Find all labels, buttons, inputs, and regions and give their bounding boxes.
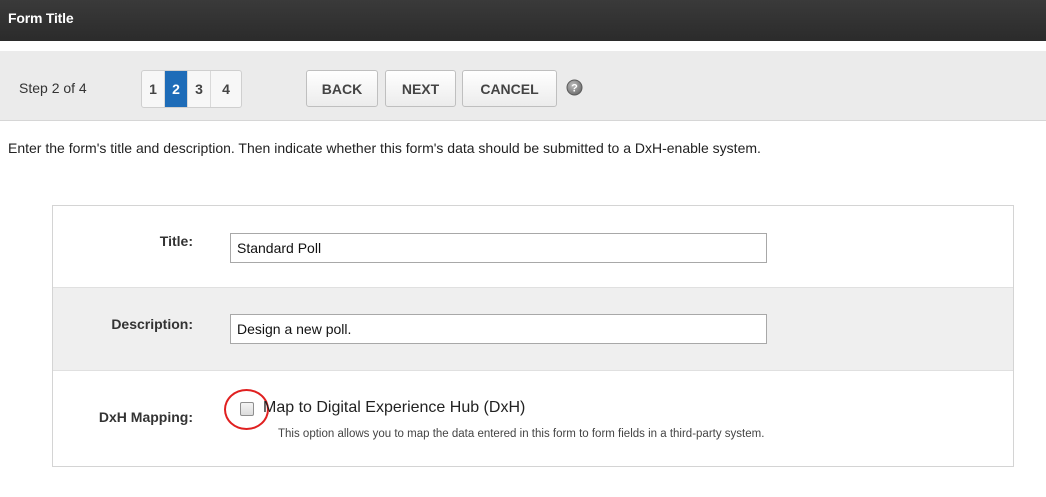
description-input[interactable] [230, 314, 767, 344]
dxh-mapping-checkbox-label[interactable]: Map to Digital Experience Hub (DxH) [263, 399, 525, 417]
dxh-mapping-label: DxH Mapping: [98, 409, 193, 425]
dxh-mapping-help-text: This option allows you to map the data e… [278, 428, 765, 440]
form-panel: Title: Description: DxH Mapping: Map to … [52, 205, 1014, 467]
step-3-button[interactable]: 3 [188, 71, 211, 107]
title-input[interactable] [230, 233, 767, 263]
dxh-mapping-row: DxH Mapping: Map to Digital Experience H… [53, 371, 1013, 466]
back-button[interactable]: BACK [306, 70, 378, 107]
dxh-mapping-checkbox[interactable] [240, 402, 254, 416]
step-2-button[interactable]: 2 [165, 71, 188, 107]
window-titlebar: Form Title [0, 0, 1046, 41]
wizard-toolbar: Step 2 of 4 1 2 3 4 BACK NEXT CANCEL ? [0, 51, 1046, 121]
title-label: Title: [159, 233, 193, 249]
cancel-button[interactable]: CANCEL [462, 70, 557, 107]
instructions-text: Enter the form's title and description. … [8, 140, 761, 156]
description-label: Description: [111, 316, 193, 332]
step-pager: 1 2 3 4 [141, 70, 242, 108]
description-row: Description: [53, 287, 1013, 371]
page-title: Form Title [8, 10, 74, 26]
help-icon[interactable]: ? [566, 79, 583, 96]
step-1-button[interactable]: 1 [142, 71, 165, 107]
step-4-button[interactable]: 4 [211, 71, 241, 107]
svg-text:?: ? [571, 83, 578, 95]
next-button[interactable]: NEXT [385, 70, 456, 107]
step-indicator: Step 2 of 4 [19, 80, 87, 96]
title-row: Title: [53, 206, 1013, 287]
